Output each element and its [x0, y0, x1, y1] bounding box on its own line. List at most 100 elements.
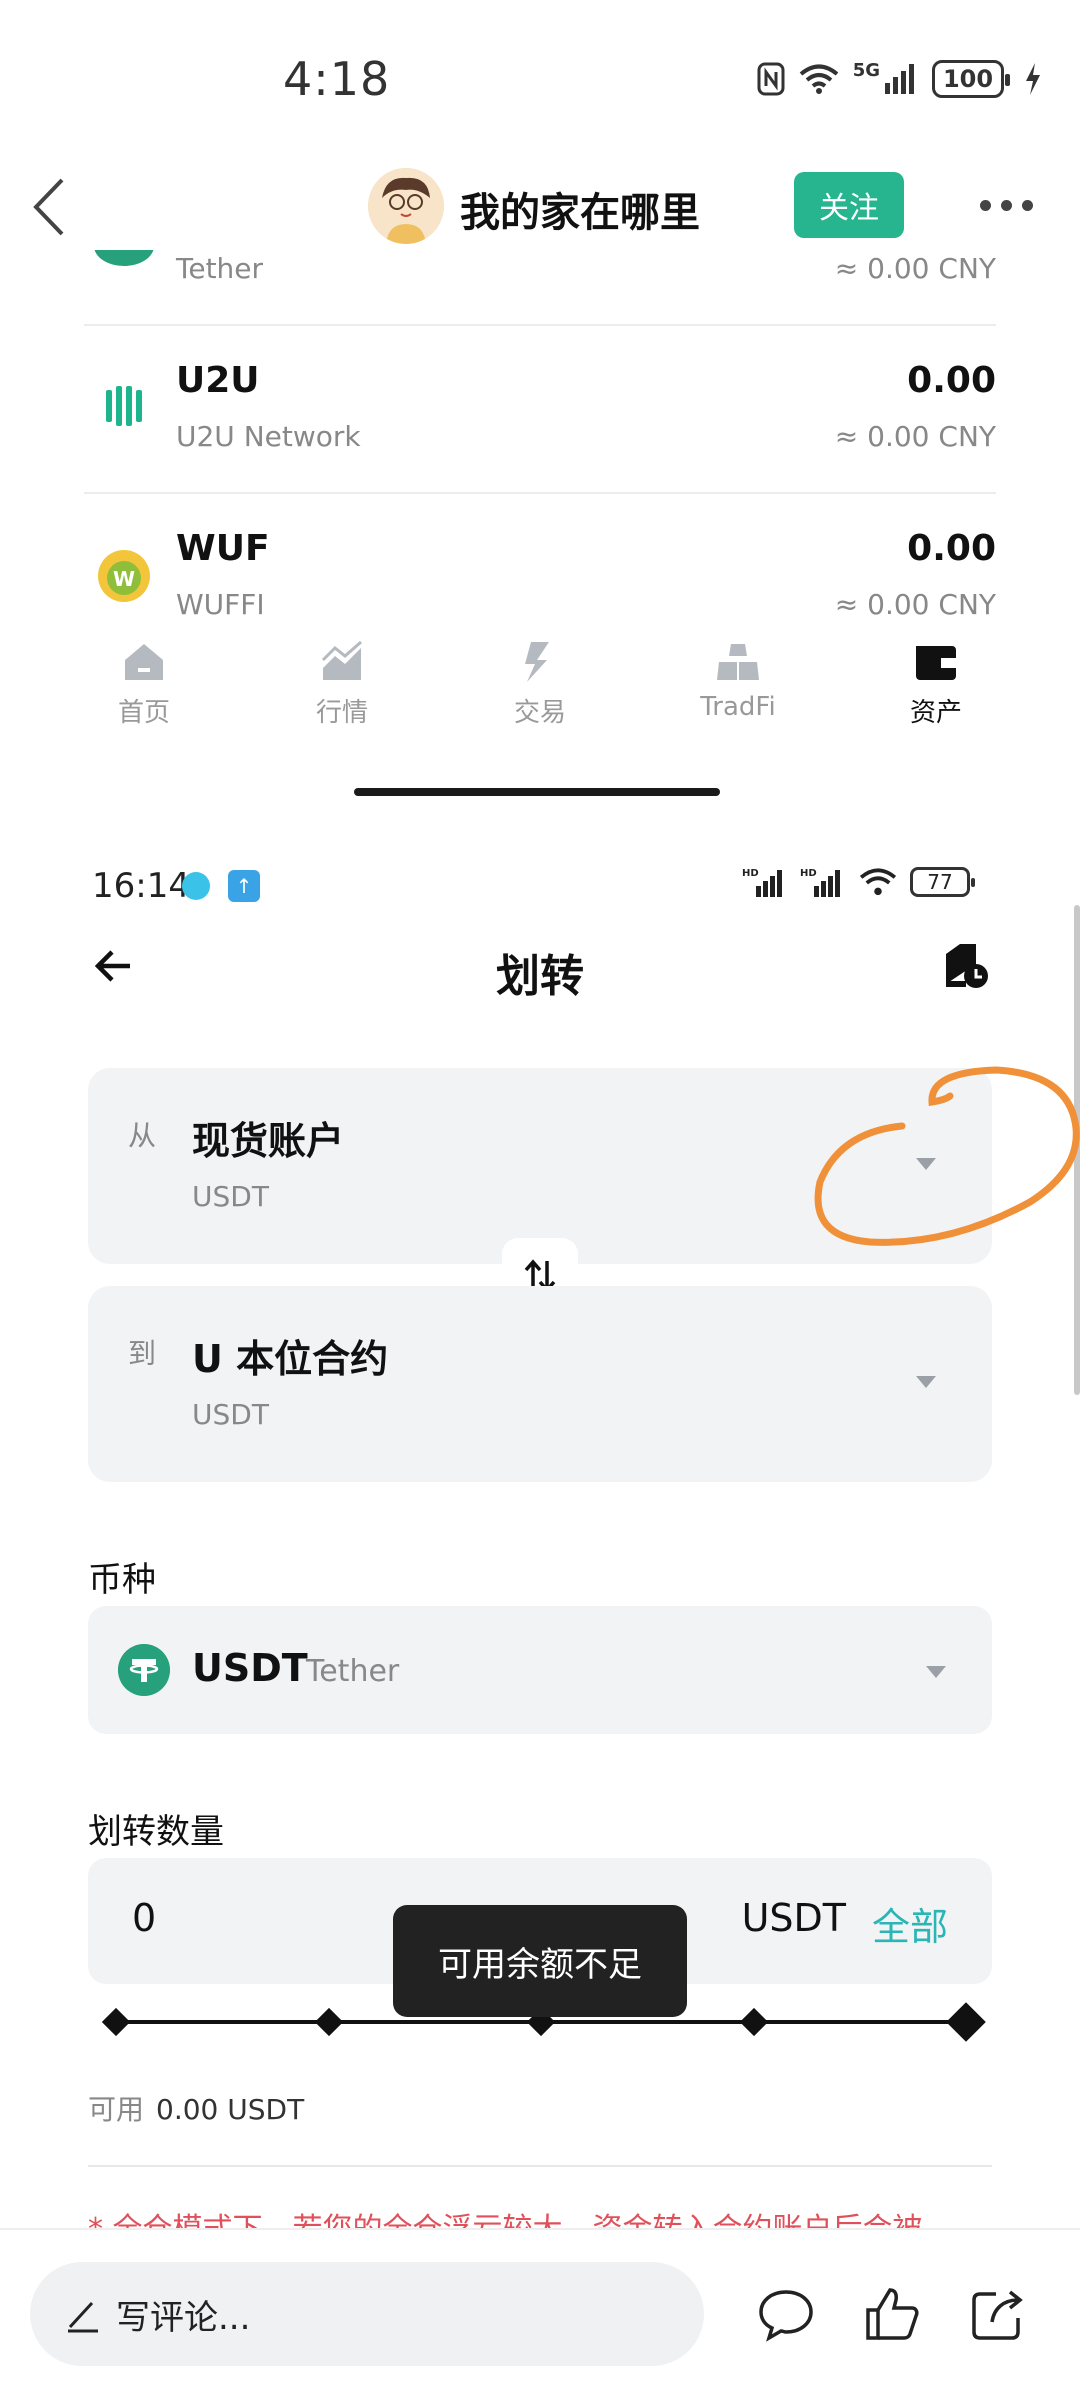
svg-text:W: W — [113, 567, 135, 591]
more-options-icon[interactable] — [980, 200, 1033, 211]
slider-stop[interactable] — [101, 2007, 131, 2037]
battery-indicator: 100 — [932, 60, 1010, 98]
nav-label: 首页 — [117, 698, 170, 728]
upload-notification-icon: ↑ — [228, 870, 260, 902]
svg-text:HD: HD — [742, 868, 759, 879]
network-type: 5G — [852, 59, 880, 81]
list-item[interactable]: Tether ≈ 0.00 CNY — [84, 250, 996, 326]
wuf-coin-icon: W — [98, 550, 150, 602]
comment-icon[interactable] — [756, 2284, 816, 2344]
from-prefix: 从 — [128, 1119, 157, 1152]
list-item[interactable]: U2U U2U Network 0.00 ≈ 0.00 CNY — [84, 326, 996, 494]
from-account-name: 现货账户 — [192, 1119, 345, 1163]
amount-label: 划转数量 — [88, 1812, 224, 1852]
asset-name: WUFFI — [176, 588, 265, 621]
risk-warning: * 全仓模式下，若您的全仓浮亏较大，资金转入合约账户后会被 — [88, 2212, 923, 2230]
back-arrow-icon[interactable] — [88, 940, 140, 992]
status-time: 4:18 — [283, 52, 391, 106]
nfc-icon — [757, 62, 785, 96]
u2u-coin-icon — [106, 386, 142, 426]
amount-value[interactable]: 0 — [132, 1896, 156, 1940]
follow-button[interactable]: 关注 — [794, 172, 904, 238]
to-account-name: U 本位合约 — [192, 1337, 389, 1381]
comment-placeholder: 写评论... — [116, 2297, 251, 2338]
asset-symbol: U2U — [176, 360, 260, 401]
inner-battery-indicator: 77 — [910, 867, 975, 897]
pencil-icon — [68, 2301, 98, 2333]
avatar[interactable] — [368, 168, 444, 244]
asset-name: Tether — [176, 252, 264, 285]
slider-stop[interactable] — [946, 2002, 986, 2042]
signal-icon — [885, 64, 914, 94]
wallet-icon — [916, 646, 956, 680]
nav-item-market[interactable]: 行情 — [243, 640, 441, 750]
nav-label: 交易 — [513, 698, 566, 728]
asset-amount: 0.00 — [907, 360, 996, 401]
asset-cny-value: ≈ 0.00 CNY — [834, 252, 996, 285]
divider — [88, 2165, 992, 2167]
home-icon — [125, 644, 163, 680]
asset-amount: 0.00 — [907, 528, 996, 569]
currency-full-name: Tether — [306, 1654, 400, 1689]
nav-item-assets[interactable]: 资产 — [837, 640, 1035, 750]
svg-text:HD: HD — [800, 868, 817, 879]
nav-label: 资产 — [909, 698, 962, 728]
toast-message: 可用余额不足 — [393, 1905, 687, 2017]
tether-coin-icon — [118, 1644, 170, 1696]
available-balance: 可用 0.00 USDT — [88, 2088, 304, 2128]
currency-symbol: USDT — [192, 1646, 308, 1690]
asset-name: U2U Network — [176, 420, 361, 453]
to-account-selector[interactable]: 到 U 本位合约 USDT — [88, 1286, 992, 1482]
available-label: 可用 — [88, 2093, 145, 2126]
amount-unit: USDT — [741, 1896, 846, 1940]
from-currency: USDT — [192, 1180, 269, 1213]
page-title: 划转 — [496, 951, 584, 1002]
status-icons: 5G 100 — [757, 56, 1042, 102]
inner-status-icons: HD HD 77 — [742, 866, 975, 898]
home-indicator[interactable] — [354, 788, 720, 796]
slider-stop[interactable] — [314, 2007, 343, 2037]
inner-status-time: 16:14 — [92, 866, 190, 906]
hd-signal-icon: HD — [800, 868, 840, 897]
transfer-history-icon[interactable] — [940, 940, 990, 990]
like-icon[interactable] — [862, 2284, 922, 2344]
avatar-face-icon — [368, 168, 444, 244]
all-button[interactable]: 全部 — [872, 1896, 948, 1951]
comment-input[interactable]: 写评论... — [30, 2262, 704, 2366]
nav-item-home[interactable]: 首页 — [45, 640, 243, 750]
to-prefix: 到 — [128, 1337, 157, 1370]
available-value: 0.00 USDT — [156, 2093, 305, 2126]
list-item[interactable]: W WUF WUFFI 0.00 ≈ 0.00 CNY — [84, 494, 996, 622]
slider-stop[interactable] — [739, 2007, 768, 2037]
nav-item-trade[interactable]: 交易 — [441, 640, 639, 750]
currency-selector[interactable]: USDT Tether — [88, 1606, 992, 1734]
market-chart-icon — [321, 640, 362, 680]
nav-item-tradfi[interactable]: TradFi — [639, 640, 837, 750]
battery-level: 100 — [942, 65, 994, 93]
annotation-circle — [814, 1066, 1080, 1246]
inner-battery-level: 77 — [927, 870, 953, 894]
trade-icon — [525, 642, 549, 682]
to-currency: USDT — [192, 1398, 269, 1431]
bottom-nav: 首页 行情 交易 TradFi 资产 — [45, 640, 1035, 750]
chevron-down-icon[interactable] — [926, 1666, 946, 1678]
asset-cny-value: ≈ 0.00 CNY — [834, 420, 996, 453]
asset-list: Tether ≈ 0.00 CNY U2U U2U Network 0.00 ≈… — [40, 250, 1040, 622]
asset-symbol: WUF — [176, 528, 270, 569]
tradfi-icon — [717, 644, 759, 680]
profile-name: 我的家在哪里 — [460, 190, 700, 236]
hd-signal-icon: HD — [742, 868, 782, 897]
charging-icon — [1026, 63, 1040, 95]
app-notification-icon — [182, 872, 210, 900]
tether-coin-icon — [94, 250, 154, 266]
share-icon[interactable] — [968, 2284, 1028, 2344]
wifi-icon — [799, 64, 838, 94]
asset-cny-value: ≈ 0.00 CNY — [834, 588, 996, 621]
back-icon[interactable] — [24, 172, 84, 242]
currency-label: 币种 — [88, 1560, 156, 1600]
wifi-icon — [859, 868, 897, 896]
amount-slider[interactable] — [101, 2002, 986, 2042]
chevron-down-icon[interactable] — [916, 1376, 936, 1388]
nav-label: TradFi — [700, 692, 776, 722]
nav-label: 行情 — [315, 698, 368, 728]
